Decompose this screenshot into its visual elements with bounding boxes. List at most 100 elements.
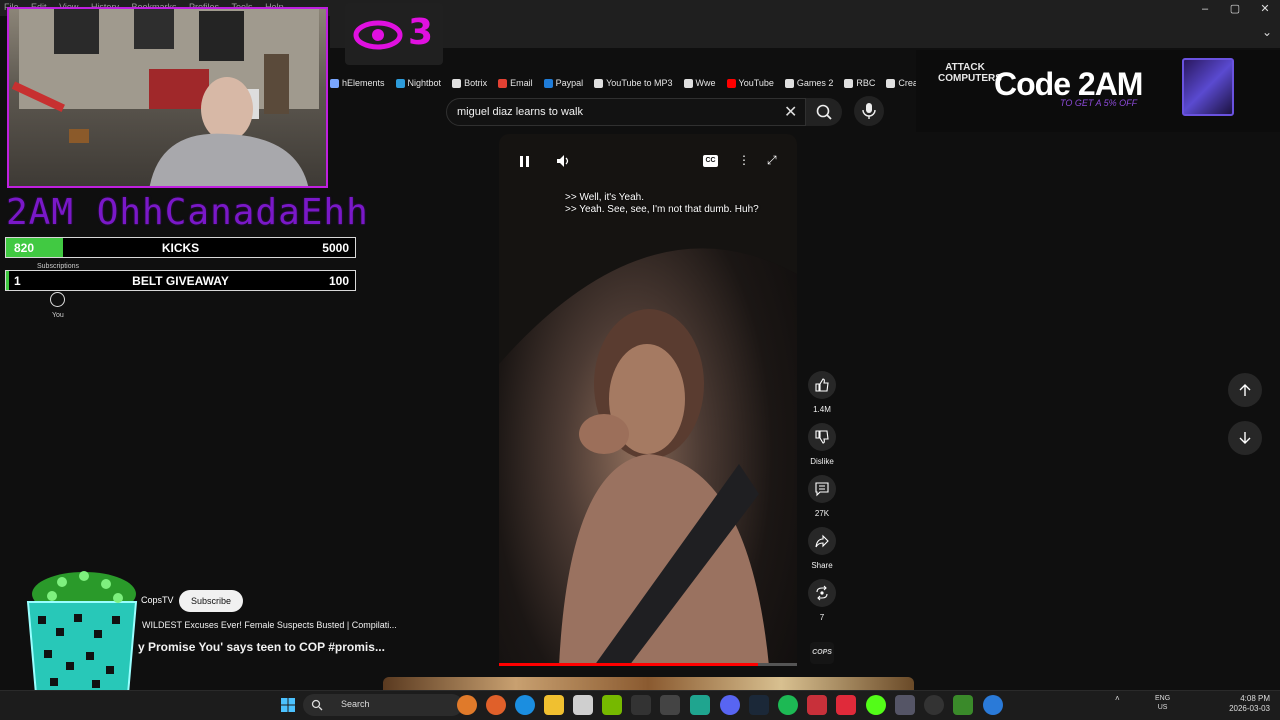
obs-icon[interactable] (924, 695, 944, 715)
bookmark-item[interactable]: Botrix (452, 78, 487, 88)
video-title[interactable]: y Promise You' says teen to COP #promis.… (138, 640, 385, 654)
like-count: 1.4M (813, 405, 831, 414)
bookmark-label: Email (510, 78, 533, 88)
store-icon[interactable] (573, 695, 593, 715)
bookmark-item[interactable]: RBC (844, 78, 875, 88)
bookmark-item[interactable]: Paypal (543, 78, 583, 88)
bookmark-label: YouTube to MP3 (606, 78, 673, 88)
steam-icon[interactable] (749, 695, 769, 715)
video-description[interactable]: WILDEST Excuses Ever! Female Suspects Bu… (142, 620, 397, 630)
share-button[interactable] (808, 527, 836, 555)
bookmark-favicon-icon (594, 78, 604, 88)
discord-icon[interactable] (720, 695, 740, 715)
kick-icon[interactable] (866, 695, 886, 715)
bookmark-favicon-icon (683, 78, 693, 88)
comments-button[interactable] (808, 475, 836, 503)
system-tray[interactable]: ˄ (1115, 694, 1120, 703)
channel-thumbnail[interactable]: COPS (810, 642, 834, 664)
bookmark-item[interactable]: YouTube (726, 78, 774, 88)
comment-icon (815, 482, 829, 497)
gift-bucket-graphic (22, 566, 140, 706)
next-video-preview[interactable] (383, 677, 914, 691)
tab-list-chevron-icon[interactable]: ⌄ (1262, 25, 1272, 39)
bookmark-item[interactable]: Wwe (683, 78, 716, 88)
belt-goal-target: 100 (328, 274, 349, 288)
bookmark-favicon-icon (498, 78, 508, 88)
language-indicator[interactable]: ENG US (1155, 694, 1170, 712)
clock-time: 4:08 PM (1240, 694, 1270, 703)
webcam-feed (7, 7, 328, 188)
thumbs-down-icon (815, 430, 829, 444)
bookmark-item[interactable]: Games 2 (784, 78, 833, 88)
bookmark-favicon-icon (844, 78, 854, 88)
search-input[interactable]: miguel diaz learns to walk (446, 98, 806, 126)
minecraft-icon[interactable] (953, 695, 973, 715)
taskbar-search[interactable]: Search (303, 694, 463, 716)
share-icon (815, 534, 829, 548)
taskbar-clock[interactable]: 4:08 PM 2026-03-03 (1216, 694, 1270, 714)
bookmark-favicon-icon (395, 78, 405, 88)
bookmark-item[interactable]: Nightbot (395, 78, 442, 88)
eye-icon (353, 20, 403, 50)
nvidia-icon[interactable] (602, 695, 622, 715)
lang-code: ENG (1155, 695, 1171, 702)
captions-button[interactable]: CC (703, 155, 718, 167)
streamer-channel-name: 2AM OhhCanadaEhh (6, 192, 369, 233)
video-captions: >> Well, it's Yeah. >> Yeah. See, see, I… (565, 192, 759, 216)
more-options-icon[interactable]: ⋮ (738, 153, 750, 167)
epic-games-icon[interactable] (631, 695, 651, 715)
bookmark-item[interactable]: Email (498, 78, 533, 88)
app-icon[interactable] (895, 695, 915, 715)
app-icon[interactable] (690, 695, 710, 715)
comment-count: 27K (814, 509, 830, 518)
video-channel-name[interactable]: CopsTV (141, 595, 174, 605)
remix-button[interactable] (808, 579, 836, 607)
bookmark-label: Botrix (464, 78, 488, 88)
region-code: US (1157, 704, 1168, 711)
viewer-count: 3 (408, 12, 434, 53)
windows-start-icon[interactable] (278, 695, 298, 715)
voice-search-button[interactable] (854, 96, 884, 126)
user-circle-icon[interactable] (50, 292, 65, 307)
caption-line: >> Well, it's Yeah. (565, 192, 644, 203)
remix-icon (816, 585, 828, 601)
tab-strip (330, 16, 1280, 48)
bucket-icon (26, 571, 138, 701)
like-button[interactable] (808, 371, 836, 399)
app-icon[interactable] (660, 695, 680, 715)
browser-icon[interactable] (486, 695, 506, 715)
pause-button[interactable] (518, 154, 532, 173)
gaming-pc-image (1182, 58, 1234, 116)
previous-short-button[interactable] (1228, 373, 1262, 407)
spotify-icon[interactable] (778, 695, 798, 715)
pause-icon (520, 156, 529, 167)
next-short-button[interactable] (1228, 421, 1262, 455)
bookmark-item[interactable]: YouTube to MP3 (594, 78, 673, 88)
app-icon[interactable] (983, 695, 1003, 715)
file-explorer-icon[interactable] (544, 695, 564, 715)
search-button[interactable] (806, 98, 842, 126)
bookmark-favicon-icon (452, 78, 462, 88)
sidebar-item-you[interactable]: You (52, 312, 64, 319)
streamer-silhouette (11, 9, 319, 186)
sidebar-item-subscriptions[interactable]: Subscriptions (37, 263, 79, 270)
bookmark-label: Nightbot (407, 78, 442, 88)
share-label: Share (811, 561, 833, 570)
clear-search-icon[interactable]: ✕ (784, 102, 797, 122)
kicks-goal-label: KICKS (161, 241, 200, 255)
volume-button[interactable] (555, 153, 571, 174)
bookmark-favicon-icon (886, 78, 896, 88)
firefox-icon[interactable] (457, 695, 477, 715)
fullscreen-icon[interactable]: ⤢ (767, 153, 777, 168)
subscribe-button[interactable]: Subscribe (179, 590, 243, 612)
dislike-button[interactable] (808, 423, 836, 451)
sponsor-logo: ATTACK COMPUTERS (938, 62, 1002, 84)
edge-icon[interactable] (515, 695, 535, 715)
kicks-goal-target: 5000 (322, 241, 349, 255)
belt-goal-label: BELT GIVEAWAY (132, 274, 229, 288)
video-progress-fill (499, 663, 759, 666)
windows-logo (281, 698, 295, 712)
bookmark-item[interactable]: hElements (330, 78, 385, 88)
app-icon[interactable] (807, 695, 827, 715)
app-icon[interactable] (836, 695, 856, 715)
